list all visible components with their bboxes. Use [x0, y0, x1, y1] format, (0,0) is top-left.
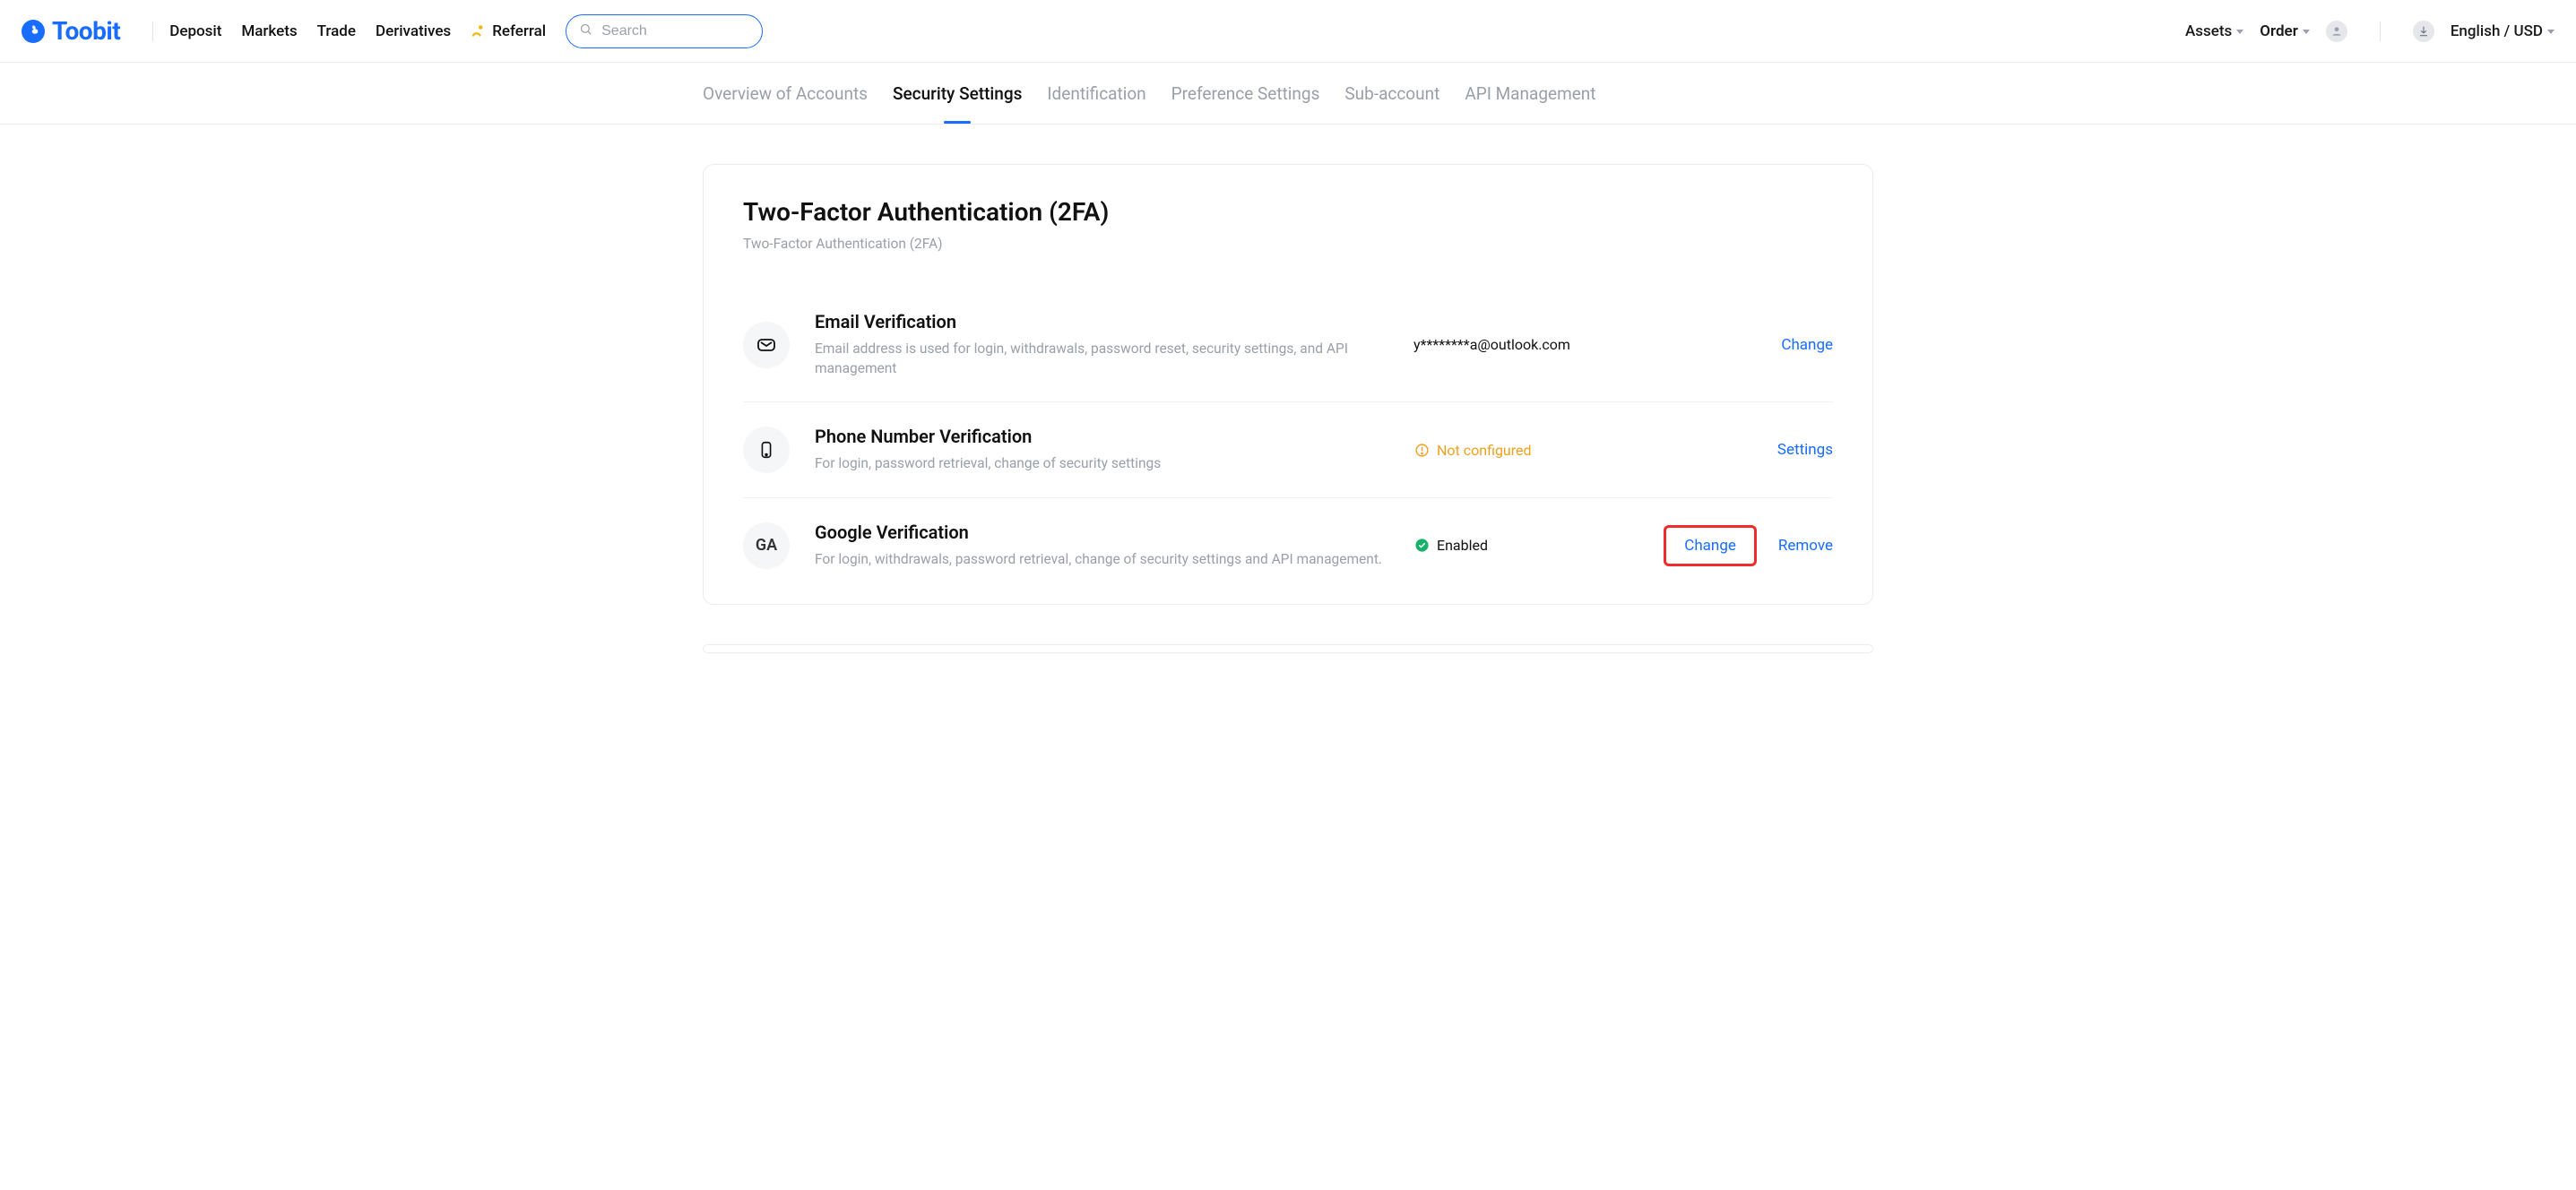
google-remove-link[interactable]: Remove: [1778, 537, 1833, 555]
google-title: Google Verification: [815, 522, 1388, 543]
brand-logo[interactable]: Toobit: [22, 16, 120, 46]
tab-preference[interactable]: Preference Settings: [1171, 63, 1320, 124]
tfa-row-google: GA Google Verification For login, withdr…: [743, 498, 1833, 593]
nav-links: Deposit Markets Trade Derivatives Referr…: [169, 22, 546, 40]
google-change-highlight: Change: [1664, 525, 1757, 566]
email-desc: Email address is used for login, withdra…: [815, 340, 1388, 378]
search-icon: [579, 22, 592, 39]
nav-trade[interactable]: Trade: [317, 22, 356, 40]
referral-icon: [471, 23, 487, 39]
phone-status: Not configured: [1437, 442, 1532, 459]
lang-dropdown[interactable]: English / USD: [2451, 22, 2554, 40]
tab-subaccount[interactable]: Sub-account: [1344, 63, 1439, 124]
page-body: Two-Factor Authentication (2FA) Two-Fact…: [701, 164, 1875, 689]
nav-referral-label: Referral: [492, 22, 546, 40]
divider: [152, 22, 153, 41]
phone-settings-link[interactable]: Settings: [1777, 441, 1833, 459]
order-label: Order: [2260, 22, 2298, 40]
check-icon: [1413, 538, 1430, 554]
order-dropdown[interactable]: Order: [2260, 22, 2310, 40]
phone-title: Phone Number Verification: [815, 426, 1388, 447]
search-box[interactable]: [566, 14, 763, 48]
google-auth-icon: GA: [743, 522, 790, 569]
tfa-row-email: Email Verification Email address is used…: [743, 288, 1833, 402]
nav-deposit[interactable]: Deposit: [169, 22, 221, 40]
warning-icon: [1413, 442, 1430, 458]
assets-label: Assets: [2185, 22, 2232, 40]
email-value: y********a@outlook.com: [1413, 336, 1570, 353]
google-change-link[interactable]: Change: [1684, 537, 1736, 555]
nav-markets[interactable]: Markets: [241, 22, 297, 40]
profile-icon[interactable]: [2326, 21, 2347, 42]
google-status: Enabled: [1437, 537, 1488, 554]
next-card-peek: [703, 644, 1873, 653]
caret-down-icon: [2236, 30, 2243, 34]
logo-icon: [22, 20, 45, 43]
divider: [2380, 22, 2381, 41]
email-title: Email Verification: [815, 311, 1388, 332]
email-change-link[interactable]: Change: [1781, 336, 1833, 354]
search-input[interactable]: [601, 23, 787, 39]
phone-icon: [743, 427, 790, 473]
top-nav: Toobit Deposit Markets Trade Derivatives…: [0, 0, 2576, 63]
tfa-card: Two-Factor Authentication (2FA) Two-Fact…: [703, 164, 1873, 605]
nav-referral[interactable]: Referral: [471, 22, 546, 40]
account-tabs: Overview of Accounts Security Settings I…: [0, 63, 2576, 125]
email-icon: [743, 322, 790, 368]
brand-text: Toobit: [52, 16, 120, 46]
tfa-row-phone: Phone Number Verification For login, pas…: [743, 402, 1833, 498]
download-icon[interactable]: [2413, 21, 2434, 42]
tab-security[interactable]: Security Settings: [893, 63, 1022, 124]
google-desc: For login, withdrawals, password retriev…: [815, 550, 1388, 570]
tab-identification[interactable]: Identification: [1047, 63, 1145, 124]
tab-overview[interactable]: Overview of Accounts: [703, 63, 868, 124]
tfa-title: Two-Factor Authentication (2FA): [743, 197, 1833, 227]
tfa-subtitle: Two-Factor Authentication (2FA): [743, 236, 1833, 252]
phone-desc: For login, password retrieval, change of…: [815, 454, 1388, 474]
lang-label: English / USD: [2451, 22, 2543, 40]
assets-dropdown[interactable]: Assets: [2185, 22, 2243, 40]
top-right: Assets Order English / USD: [2185, 21, 2554, 42]
tab-api[interactable]: API Management: [1465, 63, 1595, 124]
nav-derivatives[interactable]: Derivatives: [376, 22, 451, 40]
caret-down-icon: [2303, 30, 2310, 34]
caret-down-icon: [2547, 30, 2554, 34]
